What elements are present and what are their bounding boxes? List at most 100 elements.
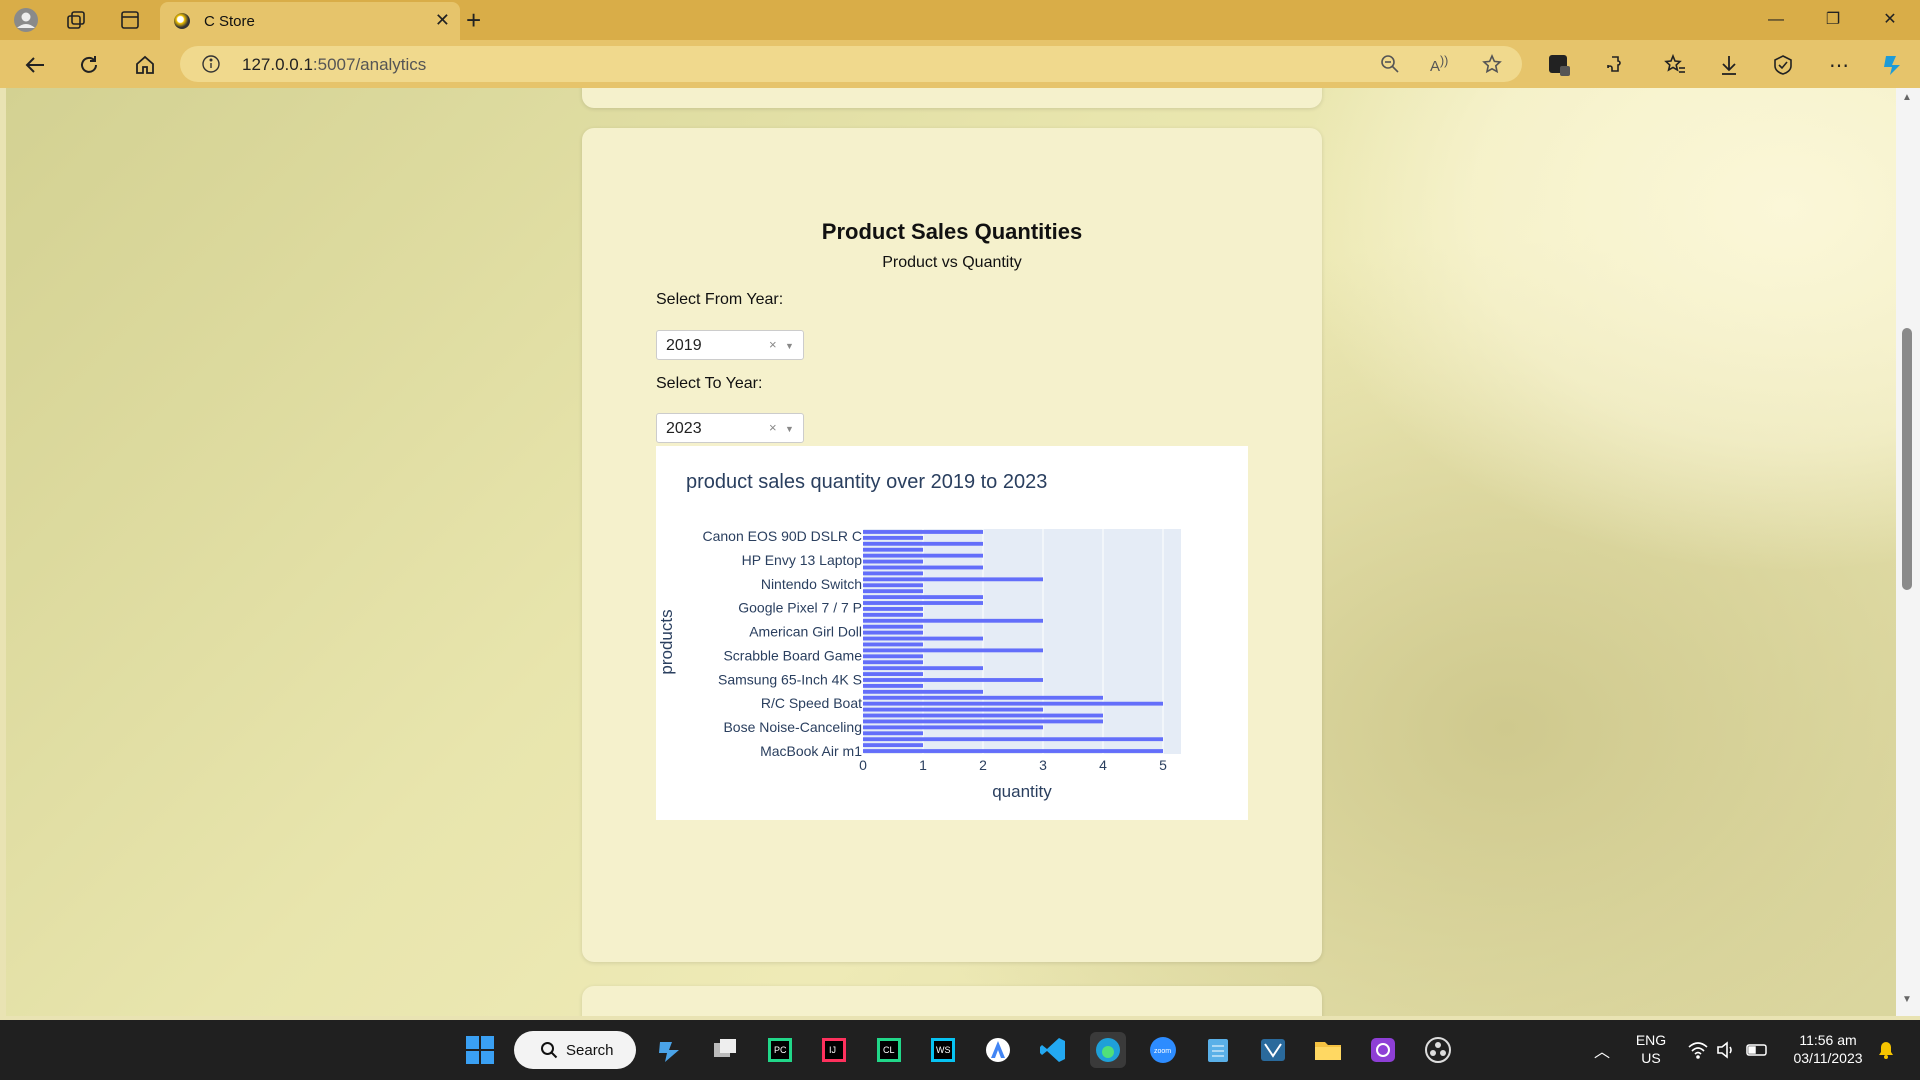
minimize-icon[interactable]: —	[1756, 6, 1796, 34]
webstorm-icon[interactable]: WS	[925, 1032, 961, 1068]
zoom-icon[interactable]: zoom	[1145, 1032, 1181, 1068]
bar[interactable]	[863, 689, 983, 694]
scrollbar-thumb[interactable]	[1902, 328, 1912, 590]
intellij-icon[interactable]: IJ	[816, 1032, 852, 1068]
bar[interactable]	[863, 624, 923, 629]
bar[interactable]	[863, 618, 1043, 623]
bar[interactable]	[863, 695, 1103, 700]
x-tick-label: 3	[1039, 757, 1047, 773]
clion-icon[interactable]: CL	[871, 1032, 907, 1068]
refresh-icon[interactable]	[74, 50, 104, 80]
bar[interactable]	[863, 713, 1103, 718]
scroll-up-icon[interactable]: ▲	[1902, 92, 1912, 103]
notepad-icon[interactable]	[1200, 1032, 1236, 1068]
browser-tab[interactable]: C Store ✕	[160, 2, 460, 40]
downloads-icon[interactable]	[1714, 50, 1744, 80]
bar[interactable]	[863, 743, 923, 748]
bar[interactable]	[863, 565, 983, 570]
bar[interactable]	[863, 630, 923, 635]
next-section-card	[582, 986, 1322, 1016]
caret-down-icon[interactable]: ▼	[785, 420, 794, 438]
battery-icon[interactable]	[1740, 1032, 1776, 1068]
new-tab-icon[interactable]: +	[466, 6, 481, 34]
from-year-select[interactable]: 2019 × ▼	[656, 330, 804, 360]
zoom-out-icon[interactable]	[1380, 54, 1400, 79]
bar[interactable]	[863, 737, 1163, 742]
language-indicator[interactable]: ENG US	[1628, 1031, 1674, 1067]
address-bar[interactable]: 127.0.0.1:5007/analytics A))	[180, 46, 1522, 82]
show-hidden-icons[interactable]: ︿	[1584, 1032, 1620, 1068]
vscode-icon[interactable]	[1035, 1032, 1071, 1068]
notifications-bell-icon[interactable]	[1868, 1032, 1904, 1068]
bar[interactable]	[863, 654, 923, 659]
obs-icon[interactable]	[1420, 1032, 1456, 1068]
bar[interactable]	[863, 666, 983, 671]
site-info-icon[interactable]	[202, 55, 220, 78]
mysql-workbench-icon[interactable]	[1255, 1032, 1291, 1068]
favorite-star-icon[interactable]	[1482, 54, 1502, 79]
task-view-icon[interactable]	[707, 1032, 743, 1068]
bar[interactable]	[863, 595, 983, 600]
bar[interactable]	[863, 530, 983, 534]
bar[interactable]	[863, 672, 923, 676]
bar[interactable]	[863, 589, 923, 594]
extension-badge-icon[interactable]	[1544, 50, 1574, 80]
bar[interactable]	[863, 559, 923, 564]
bar[interactable]	[863, 541, 983, 546]
file-explorer-icon[interactable]	[1310, 1032, 1346, 1068]
edge-icon[interactable]	[1090, 1032, 1126, 1068]
bar[interactable]	[863, 636, 983, 641]
taskbar-search-button[interactable]: Search	[514, 1031, 636, 1069]
bar[interactable]	[863, 571, 923, 576]
pycharm-icon[interactable]: PC	[762, 1032, 798, 1068]
clear-to-year-icon[interactable]: ×	[769, 420, 777, 435]
bar[interactable]	[863, 731, 923, 736]
bar[interactable]	[863, 612, 923, 617]
clear-from-year-icon[interactable]: ×	[769, 337, 777, 352]
page-scrollbar[interactable]: ▲ ▼	[1896, 88, 1920, 1016]
bar[interactable]	[863, 678, 1043, 682]
bar[interactable]	[863, 583, 923, 588]
bar[interactable]	[863, 642, 923, 647]
sales-bar-chart: product sales quantity over 2019 to 2023…	[656, 446, 1248, 820]
workspaces-icon[interactable]	[62, 6, 90, 34]
windows-start-icon[interactable]	[462, 1032, 498, 1068]
bar[interactable]	[863, 749, 1163, 753]
scroll-down-icon[interactable]: ▼	[1902, 994, 1912, 1005]
bar[interactable]	[863, 707, 1043, 712]
bar[interactable]	[863, 719, 1103, 724]
bar[interactable]	[863, 601, 983, 605]
bar[interactable]	[863, 547, 923, 552]
bar[interactable]	[863, 701, 1163, 706]
read-aloud-icon[interactable]: A))	[1430, 54, 1448, 75]
bar[interactable]	[863, 607, 923, 611]
close-window-icon[interactable]: ✕	[1870, 6, 1910, 34]
caret-down-icon[interactable]: ▼	[785, 337, 794, 355]
to-year-select[interactable]: 2023 × ▼	[656, 413, 804, 443]
close-tab-icon[interactable]: ✕	[435, 10, 450, 31]
copilot-preview-icon[interactable]	[652, 1032, 688, 1068]
more-options-icon[interactable]: ⋯	[1824, 50, 1854, 80]
favorites-icon[interactable]	[1660, 50, 1690, 80]
vertical-tabs-icon[interactable]	[116, 6, 144, 34]
profile-avatar-icon[interactable]	[12, 6, 40, 34]
bar[interactable]	[863, 577, 1043, 582]
bar[interactable]	[863, 725, 1043, 730]
restore-icon[interactable]: ❐	[1813, 6, 1853, 34]
bar[interactable]	[863, 553, 983, 558]
back-icon[interactable]	[20, 50, 50, 80]
bar[interactable]	[863, 648, 1043, 653]
home-icon[interactable]	[130, 50, 160, 80]
bar[interactable]	[863, 683, 923, 688]
android-studio-icon[interactable]	[980, 1032, 1016, 1068]
browser-essentials-icon[interactable]	[1768, 50, 1798, 80]
x-tick-label: 1	[919, 757, 927, 773]
volume-icon[interactable]	[1708, 1032, 1744, 1068]
bar[interactable]	[863, 535, 923, 540]
y-tick-label: HP Envy 13 Laptop	[742, 552, 863, 568]
bar[interactable]	[863, 660, 923, 665]
copilot-icon[interactable]	[1878, 50, 1908, 80]
app-purple-icon[interactable]	[1365, 1032, 1401, 1068]
extensions-icon[interactable]	[1600, 50, 1630, 80]
clock[interactable]: 11:56 am 03/11/2023	[1780, 1031, 1876, 1067]
